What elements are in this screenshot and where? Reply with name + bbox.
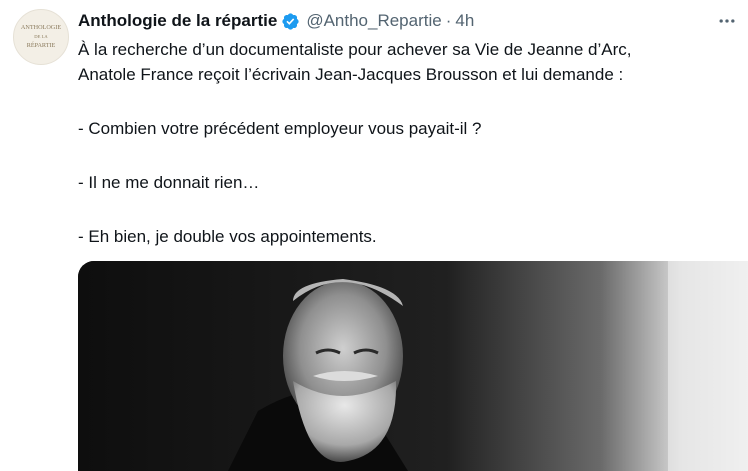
tweet-text-line-2: Anatole France reçoit l’écrivain Jean-Ja… bbox=[78, 65, 624, 84]
tweet-text-punchline: - Eh bien, je double vos appointements. bbox=[78, 227, 377, 246]
author-handle[interactable]: @Antho_Repartie bbox=[306, 11, 441, 31]
avatar-line2: DE LA bbox=[34, 34, 48, 39]
tweet-text-answer: - Il ne me donnait rien… bbox=[78, 173, 260, 192]
avatar[interactable]: ANTHOLOGIE DE LA RÉPARTIE bbox=[13, 9, 69, 65]
tweet-text-question: - Combien votre précédent employeur vous… bbox=[78, 119, 482, 138]
avatar-line1: ANTHOLOGIE bbox=[21, 24, 61, 31]
tweet-photo[interactable] bbox=[78, 261, 748, 471]
more-options-icon bbox=[719, 19, 735, 23]
tweet-text-line-1: À la recherche d’un documentaliste pour … bbox=[78, 40, 632, 59]
portrait-photo-icon bbox=[78, 261, 748, 471]
verified-badge-icon bbox=[282, 12, 299, 30]
author-name[interactable]: Anthologie de la répartie bbox=[78, 11, 277, 31]
more-options-button[interactable] bbox=[712, 8, 742, 34]
tweet-header: Anthologie de la répartie @Antho_Reparti… bbox=[78, 10, 474, 32]
avatar-line3: RÉPARTIE bbox=[27, 41, 56, 49]
separator-dot: · bbox=[445, 11, 452, 30]
timestamp[interactable]: 4h bbox=[455, 11, 474, 31]
tweet-text: À la recherche d’un documentaliste pour … bbox=[78, 37, 742, 249]
avatar-logo-icon: ANTHOLOGIE DE LA RÉPARTIE bbox=[21, 24, 61, 49]
